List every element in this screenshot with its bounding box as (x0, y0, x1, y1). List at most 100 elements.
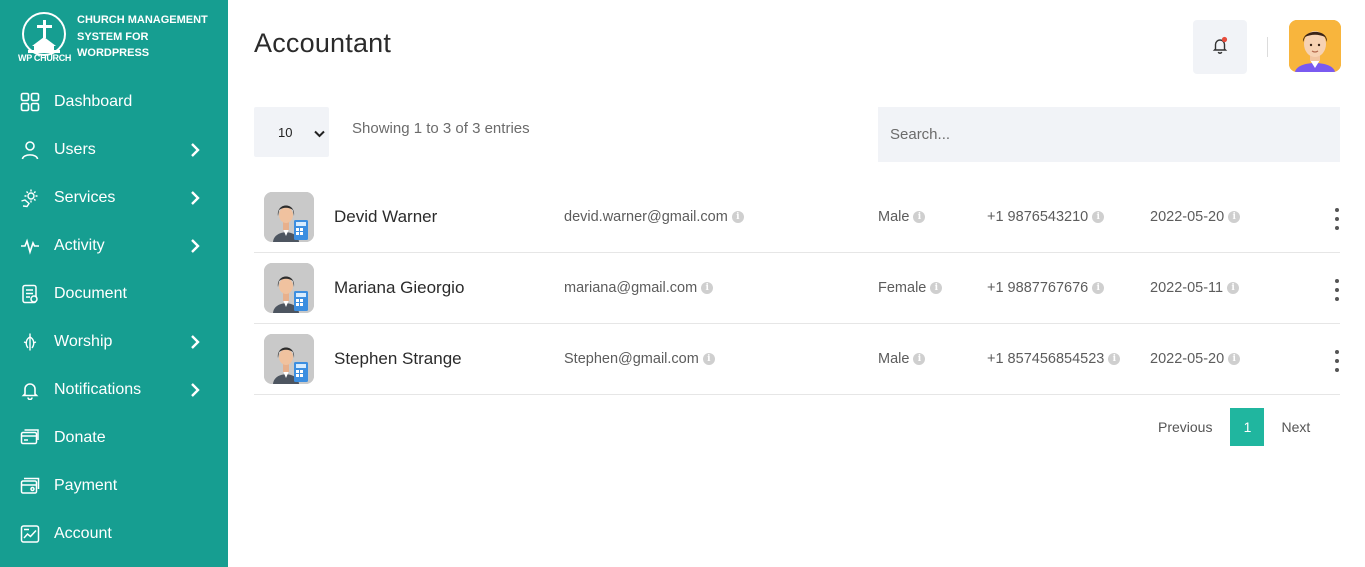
brand-line-2: SYSTEM FOR (77, 30, 149, 43)
table-row[interactable]: Devid Warner devid.warner@gmail.com i Mal… (254, 182, 1340, 253)
chevron-right-icon (188, 239, 202, 253)
document-icon (20, 284, 40, 304)
bell-icon (1210, 35, 1230, 60)
phone-value: +1 9876543210 (987, 209, 1089, 225)
gender-value: Male (878, 351, 910, 367)
pagination-previous[interactable]: Previous (1158, 419, 1212, 435)
info-icon[interactable]: i (701, 282, 714, 294)
donate-icon (20, 428, 40, 448)
sidebar-item-label: Payment (54, 477, 118, 494)
phone-cell: +1 9887767676 i (987, 280, 1105, 296)
sidebar-item-label: Users (54, 141, 96, 158)
sidebar-item-label: Document (54, 285, 127, 302)
email-value: mariana@gmail.com (564, 280, 698, 296)
phone-value: +1 9887767676 (987, 280, 1089, 296)
church-logo-icon: WP CHURCH (18, 12, 72, 64)
sidebar-item-users[interactable]: Users (0, 126, 228, 174)
gender-cell: Female i (878, 280, 943, 296)
date-value: 2022-05-20 (1150, 351, 1225, 367)
chevron-down-icon (314, 126, 325, 141)
row-actions-kebab-icon[interactable] (1331, 279, 1343, 301)
row-actions-kebab-icon[interactable] (1331, 208, 1343, 230)
phone-cell: +1 9876543210 i (987, 209, 1105, 225)
sidebar-item-label: Services (54, 189, 116, 206)
search-input[interactable] (878, 107, 1340, 162)
info-icon[interactable]: i (930, 282, 943, 294)
sidebar-item-activity[interactable]: Activity (0, 222, 228, 270)
chevron-right-icon (188, 191, 202, 205)
page-title: Accountant (254, 28, 392, 58)
date-value: 2022-05-11 (1150, 280, 1224, 296)
pagination-page-current[interactable]: 1 (1230, 408, 1265, 446)
table-row[interactable]: Stephen Strange Stephen@gmail.com i Male i… (254, 324, 1340, 395)
sidebar-menu: Dashboard Users Services Activity Docume… (0, 78, 228, 558)
sidebar-item-payment[interactable]: Payment (0, 462, 228, 510)
sidebar-item-services[interactable]: Services (0, 174, 228, 222)
info-icon[interactable]: i (1092, 211, 1105, 223)
brand[interactable]: WP CHURCH CHURCH MANAGEMENT SYSTEM FOR W… (0, 0, 228, 78)
main-content: Accountant 10 Showing 1 to 3 of 3 entrie… (228, 0, 1365, 567)
date-value: 2022-05-20 (1150, 209, 1225, 225)
email-value: devid.warner@gmail.com (564, 209, 728, 225)
accountant-table: Devid Warner devid.warner@gmail.com i Mal… (254, 182, 1340, 395)
sidebar-item-label: Account (54, 525, 112, 542)
worship-icon (20, 332, 40, 352)
table-row[interactable]: Mariana Gieorgio mariana@gmail.com i Fema… (254, 253, 1340, 324)
info-icon[interactable]: i (913, 353, 926, 365)
accountant-name: Mariana Gieorgio (334, 278, 465, 297)
brand-line-3: WORDPRESS (77, 47, 150, 59)
sidebar-item-notifications[interactable]: Notifications (0, 366, 228, 414)
accountant-avatar (264, 192, 314, 242)
sidebar-item-account[interactable]: Account (0, 510, 228, 558)
phone-value: +1 857456854523 (987, 351, 1105, 367)
page-length-value: 10 (278, 124, 293, 140)
sidebar-item-document[interactable]: Document (0, 270, 228, 318)
info-icon[interactable]: i (731, 211, 744, 223)
chevron-right-icon (188, 143, 202, 157)
gender-cell: Male i (878, 351, 926, 367)
sidebar-item-label: Activity (54, 237, 105, 254)
info-icon[interactable]: i (1228, 353, 1241, 365)
app-root: WP CHURCH CHURCH MANAGEMENT SYSTEM FOR W… (0, 0, 1365, 567)
info-icon[interactable]: i (1092, 282, 1105, 294)
sidebar-item-label: Donate (54, 429, 106, 446)
info-icon[interactable]: i (1228, 211, 1241, 223)
logo-text: WP CHURCH (18, 53, 72, 63)
accountant-name: Devid Warner (334, 207, 438, 226)
page-length-select[interactable]: 10 (254, 107, 329, 157)
sidebar-item-label: Worship (54, 333, 113, 350)
email-cell: Stephen@gmail.com i (564, 351, 715, 367)
payment-icon (20, 476, 40, 496)
chevron-right-icon (188, 335, 202, 349)
sidebar: WP CHURCH CHURCH MANAGEMENT SYSTEM FOR W… (0, 0, 228, 567)
gender-value: Female (878, 280, 927, 296)
user-avatar[interactable] (1289, 20, 1341, 72)
pulse-icon (20, 236, 40, 256)
email-cell: devid.warner@gmail.com i (564, 209, 744, 225)
sidebar-item-worship[interactable]: Worship (0, 318, 228, 366)
grid-icon (20, 92, 40, 112)
date-cell: 2022-05-20 i (1150, 209, 1241, 225)
date-cell: 2022-05-11 i (1150, 280, 1240, 296)
sidebar-item-donate[interactable]: Donate (0, 414, 228, 462)
info-icon[interactable]: i (1227, 282, 1240, 294)
chevron-right-icon (188, 383, 202, 397)
header-divider (1267, 37, 1268, 57)
sidebar-item-label: Dashboard (54, 93, 133, 110)
gender-value: Male (878, 209, 910, 225)
email-value: Stephen@gmail.com (564, 351, 699, 367)
row-actions-kebab-icon[interactable] (1331, 350, 1343, 372)
date-cell: 2022-05-20 i (1150, 351, 1241, 367)
sidebar-item-dashboard[interactable]: Dashboard (0, 78, 228, 126)
user-icon (20, 140, 40, 160)
notifications-button[interactable] (1193, 20, 1247, 74)
pagination-next[interactable]: Next (1281, 419, 1310, 435)
bell-icon (20, 380, 40, 400)
table-info: Showing 1 to 3 of 3 entries (352, 120, 530, 137)
info-icon[interactable]: i (702, 353, 715, 365)
accountant-avatar (264, 334, 314, 384)
sidebar-item-label: Notifications (54, 381, 142, 398)
account-icon (20, 524, 40, 544)
info-icon[interactable]: i (913, 211, 926, 223)
info-icon[interactable]: i (1108, 353, 1121, 365)
